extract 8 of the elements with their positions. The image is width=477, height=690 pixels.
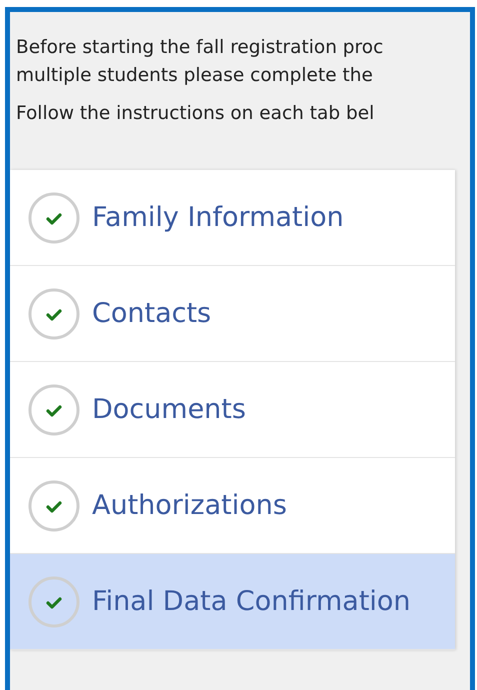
step-tab[interactable]: Final Data Confirmation: [10, 554, 455, 650]
intro-text: multiple students please complete the: [16, 64, 374, 88]
step-tab[interactable]: Authorizations: [10, 458, 455, 554]
step-tab[interactable]: Documents: [10, 362, 455, 458]
step-tab[interactable]: Family Information: [10, 170, 455, 266]
intro-text: Before starting the fall registration proc: [16, 36, 384, 60]
intro-text: Follow the instructions on each tab bel: [16, 102, 376, 126]
step-tab[interactable]: Contacts: [10, 266, 455, 362]
